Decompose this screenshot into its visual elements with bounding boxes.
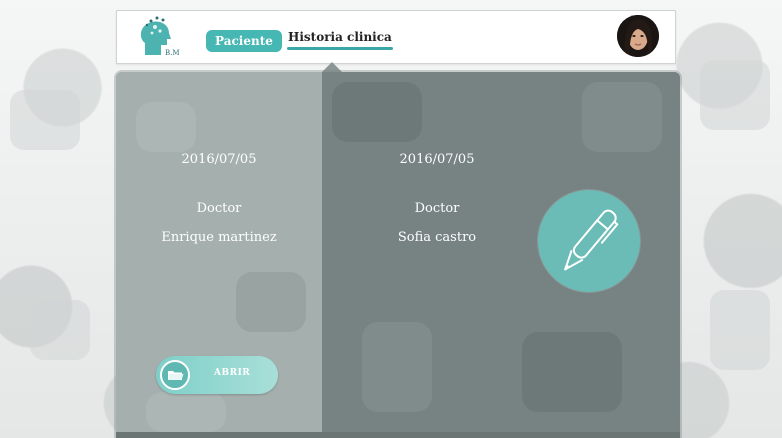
top-header: B.M Paciente Historia clinica: [116, 10, 676, 64]
abrir-label: ABRIR: [214, 368, 251, 378]
avatar-portrait-icon: [617, 15, 659, 57]
tab-paciente[interactable]: Paciente: [206, 30, 282, 52]
pen-icon: [564, 209, 619, 271]
card-date: 2016/07/05: [181, 152, 257, 167]
panel-bottom-edge: [116, 432, 680, 438]
abrir-button[interactable]: ABRIR: [156, 356, 278, 394]
puzzle-piece: [10, 90, 80, 150]
active-tab-indicator: [287, 47, 393, 50]
puzzle-piece: [362, 322, 432, 412]
puzzle-piece: [332, 82, 422, 142]
logo-text: B.M: [165, 49, 180, 57]
puzzle-piece: [136, 102, 196, 152]
puzzle-piece: [700, 60, 770, 130]
tab-historia-clinica[interactable]: Historia clinica: [288, 30, 392, 44]
user-avatar[interactable]: [617, 15, 659, 57]
puzzle-piece: [522, 332, 622, 412]
folder-icon: [160, 360, 190, 390]
header-pointer: [322, 62, 342, 72]
puzzle-piece: [30, 300, 90, 360]
puzzle-piece: [146, 392, 226, 432]
card-role: Doctor: [196, 201, 242, 216]
card-doctor-name: Enrique martinez: [161, 230, 277, 245]
history-panel: 2016/07/05 Doctor Enrique martinez ABRIR…: [116, 72, 680, 438]
card-date: 2016/07/05: [399, 152, 475, 167]
puzzle-piece: [710, 290, 770, 370]
pen-button[interactable]: [538, 190, 640, 292]
card-doctor-name: Sofia castro: [397, 230, 477, 245]
puzzle-piece: [582, 82, 662, 152]
puzzle-piece: [236, 272, 306, 332]
history-card-1[interactable]: 2016/07/05 Doctor Enrique martinez ABRIR: [116, 72, 322, 438]
card-role: Doctor: [414, 201, 460, 216]
